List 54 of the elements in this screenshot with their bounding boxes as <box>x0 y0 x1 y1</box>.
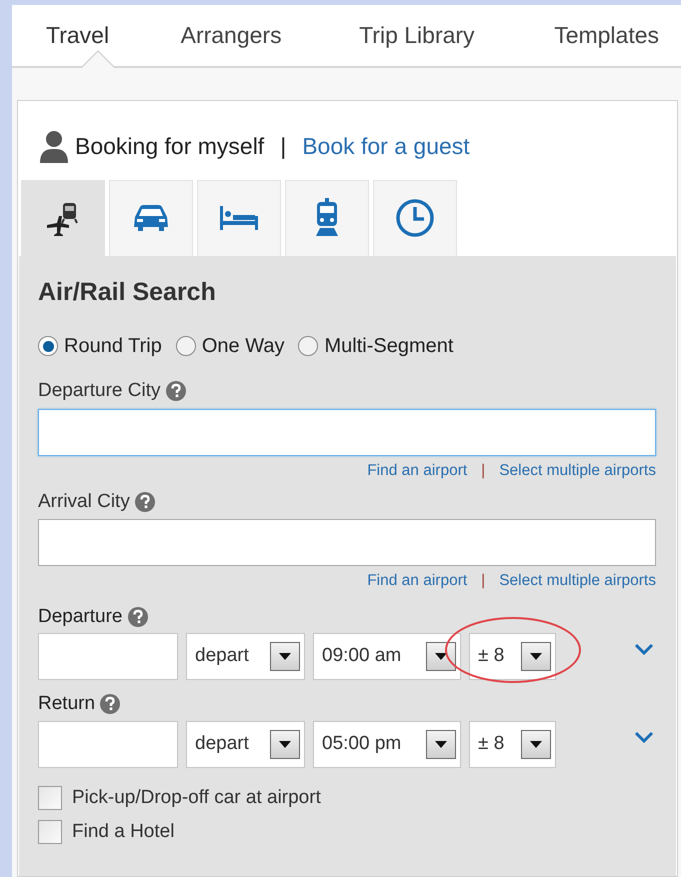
date-field[interactable] <box>38 720 178 768</box>
radio-button[interactable] <box>176 336 196 356</box>
radio-button[interactable] <box>38 336 58 356</box>
dropdown-arrow-icon <box>530 653 542 660</box>
radio-button[interactable] <box>298 336 318 356</box>
checkbox[interactable] <box>38 820 62 844</box>
radio-label: Multi-Segment <box>324 334 454 359</box>
airport-link[interactable]: Find an airport <box>367 458 468 482</box>
person-icon <box>39 129 69 164</box>
radio-label: One Way <box>202 334 284 359</box>
help-icon[interactable] <box>128 606 148 627</box>
depart-select[interactable]: depart <box>186 720 305 768</box>
radio-label: Round Trip <box>64 334 162 359</box>
nav-tab[interactable]: Templates <box>554 5 681 66</box>
checkbox-label: Find a Hotel <box>72 820 174 844</box>
time-window-select[interactable]: ± 8 <box>469 720 556 768</box>
section-title: Air/Rail Search <box>38 276 217 308</box>
field-label: Arrival City <box>38 490 130 514</box>
booking-label: Booking for myself <box>75 132 264 161</box>
car-icon <box>131 203 171 233</box>
bed-icon <box>218 204 260 232</box>
clock-icon <box>395 198 435 238</box>
guest-link[interactable]: Book for a guest <box>302 129 470 164</box>
dropdown-arrow-icon <box>279 653 291 660</box>
dropdown-arrow-icon <box>279 740 291 748</box>
separator: | <box>481 571 486 592</box>
field-label: Return <box>38 692 96 716</box>
date-field[interactable] <box>38 633 178 680</box>
time-window-select[interactable]: ± 8 <box>469 633 556 680</box>
dropdown-arrow-icon <box>435 740 447 748</box>
dropdown-arrow-icon <box>530 740 542 748</box>
help-icon[interactable] <box>166 381 186 402</box>
nav-tab[interactable]: Arrangers <box>180 5 360 66</box>
airport-link[interactable]: Select multiple airports <box>499 458 656 482</box>
input-field[interactable] <box>38 408 656 456</box>
field-label: Departure <box>38 604 122 628</box>
nav-tab[interactable]: Trip Library <box>359 5 554 66</box>
mode-tab[interactable] <box>21 180 105 256</box>
chevron-down-icon[interactable] <box>634 643 654 655</box>
help-icon[interactable] <box>134 492 155 512</box>
depart-select[interactable]: depart <box>186 633 305 680</box>
time-select[interactable]: 09:00 am <box>313 633 461 680</box>
help-icon[interactable] <box>100 694 120 714</box>
checkbox-label: Pick-up/Drop-off car at airport <box>72 786 321 810</box>
checkbox[interactable] <box>38 786 62 810</box>
separator: | <box>280 132 286 161</box>
field-label: Departure City <box>38 379 160 403</box>
chevron-down-icon[interactable] <box>634 730 654 742</box>
input-field[interactable] <box>38 519 656 566</box>
airport-link[interactable]: Find an airport <box>367 569 468 592</box>
separator: | <box>481 460 486 480</box>
dropdown-arrow-icon <box>435 653 447 660</box>
time-select[interactable]: 05:00 pm <box>313 720 461 768</box>
airport-link[interactable]: Select multiple airports <box>499 569 656 592</box>
